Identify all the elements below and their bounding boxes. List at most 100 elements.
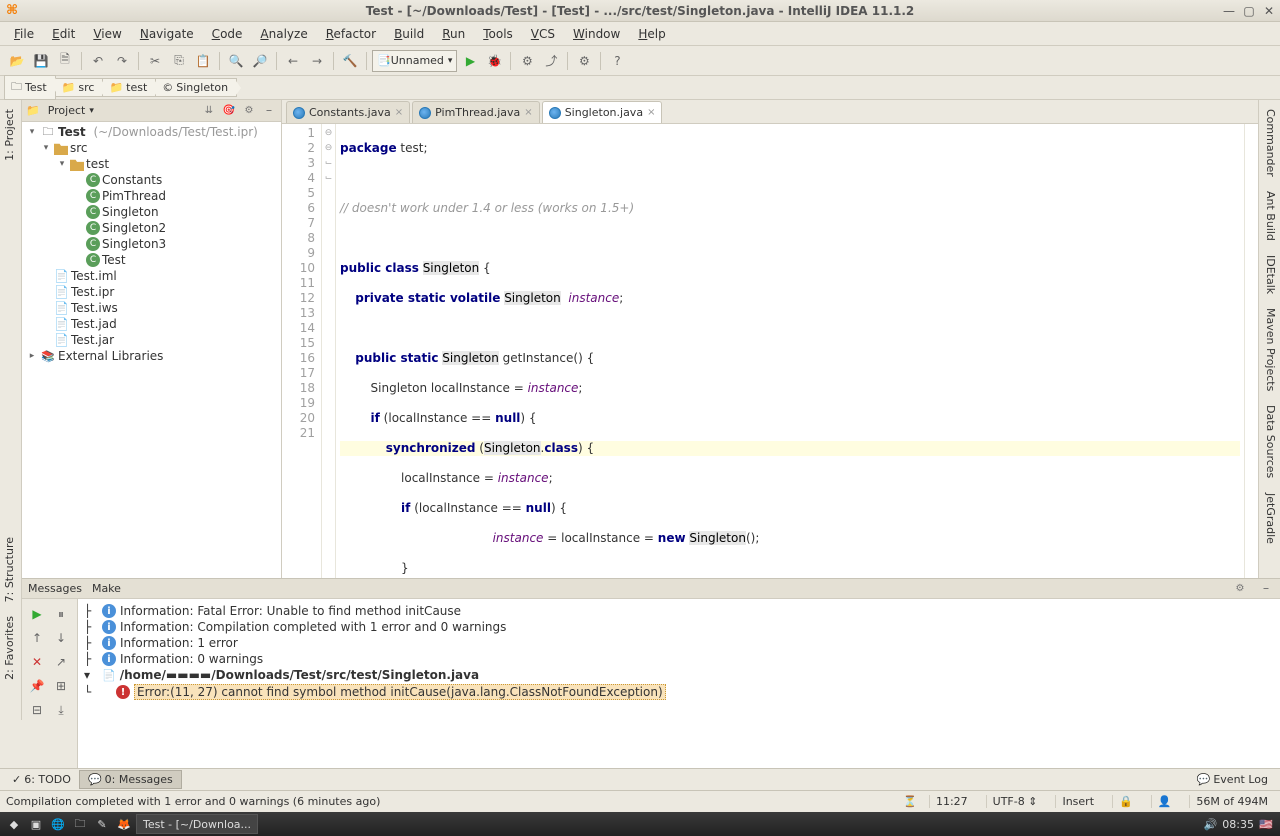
fold-gutter[interactable]: ⊖⊖⌙⌙ [322, 124, 336, 578]
replace-button[interactable]: 🔎 [249, 50, 271, 72]
redo-button[interactable]: ↷ [111, 50, 133, 72]
tree-node[interactable]: 📄Test.iml [24, 268, 279, 284]
tree-node[interactable]: ▾test [24, 156, 279, 172]
expand-all-button[interactable]: ⊞ [50, 675, 72, 697]
side-tab[interactable]: IDEtalk [1259, 248, 1280, 301]
collapse-button[interactable]: ⊟ [26, 699, 48, 721]
cursor-position[interactable]: 11:27 [929, 795, 974, 808]
messages-settings-icon[interactable]: ⚙ [1232, 581, 1248, 597]
messages-tab[interactable]: Messages [28, 582, 82, 595]
tree-node[interactable]: ▾src [24, 140, 279, 156]
volume-icon[interactable]: 🔊 [1200, 814, 1220, 834]
menu-refactor[interactable]: Refactor [318, 24, 384, 44]
editor-icon[interactable]: ✎ [92, 814, 112, 834]
browser-icon[interactable]: 🌐 [48, 814, 68, 834]
side-tab[interactable]: Ant Build [1259, 184, 1280, 248]
debug-button[interactable]: 🐞 [483, 50, 505, 72]
tree-node[interactable]: CConstants [24, 172, 279, 188]
tree-node[interactable]: CPimThread [24, 188, 279, 204]
up-button[interactable]: ↑ [26, 627, 48, 649]
run-button[interactable]: ▶ [459, 50, 481, 72]
tree-node[interactable]: 📄Test.jar [24, 332, 279, 348]
menu-vcs[interactable]: VCS [523, 24, 563, 44]
project-tree[interactable]: ▾🗀 Test (~/Downloads/Test/Test.ipr) ▾src… [22, 122, 281, 578]
tree-root[interactable]: ▾🗀 Test (~/Downloads/Test/Test.ipr) [24, 124, 279, 140]
lock-icon[interactable]: 🔒 [1112, 795, 1139, 808]
menu-build[interactable]: Build [386, 24, 432, 44]
side-tab[interactable]: 1: Project [0, 102, 21, 168]
firefox-icon[interactable]: 🦊 [114, 814, 134, 834]
side-tab[interactable]: 7: Structure [0, 530, 19, 609]
export-button[interactable]: ↗ [50, 651, 72, 673]
autoscroll-icon[interactable]: 🎯 [221, 103, 237, 119]
event-log-tab[interactable]: 💬 Event Log [1189, 771, 1276, 788]
side-tab[interactable]: Maven Projects [1259, 301, 1280, 398]
down-button[interactable]: ↓ [50, 627, 72, 649]
line-gutter[interactable]: 123456789101112131415161718192021 [282, 124, 322, 578]
crumb-test[interactable]: 📁 test [102, 78, 156, 97]
msg-error[interactable]: Error:(11, 27) cannot find symbol method… [134, 684, 666, 700]
menu-navigate[interactable]: Navigate [132, 24, 202, 44]
vcs-button[interactable]: ⤴ [540, 50, 562, 72]
settings-button[interactable]: ⚙ [573, 50, 595, 72]
undo-button[interactable]: ↶ [87, 50, 109, 72]
open-button[interactable]: 📂 [6, 50, 28, 72]
menu-analyze[interactable]: Analyze [252, 24, 315, 44]
editor-tab[interactable]: Singleton.java × [542, 101, 663, 123]
close-msg-button[interactable]: ✕ [26, 651, 48, 673]
build-button[interactable]: 🔨 [339, 50, 361, 72]
collapse-all-icon[interactable]: ⇊ [201, 103, 217, 119]
attach-button[interactable]: ⚙ [516, 50, 538, 72]
save-button[interactable]: 💾 [30, 50, 52, 72]
side-tab[interactable]: 2: Favorites [0, 609, 19, 687]
msg-info[interactable]: Information: Compilation completed with … [120, 620, 506, 634]
maximize-button[interactable]: ▢ [1242, 4, 1256, 18]
tab-close-icon[interactable]: × [524, 107, 532, 118]
tree-node[interactable]: CSingleton3 [24, 236, 279, 252]
back-button[interactable]: ← [282, 50, 304, 72]
tab-close-icon[interactable]: × [395, 107, 403, 118]
run-config-combo[interactable]: 📑 Unnamed [372, 50, 457, 72]
taskbar-app[interactable]: Test - [~/Downloa... [136, 814, 258, 834]
menu-code[interactable]: Code [204, 24, 251, 44]
minimize-button[interactable]: — [1222, 4, 1236, 18]
autoscroll-msg-button[interactable]: ⤓ [50, 699, 72, 721]
terminal-icon[interactable]: ▣ [26, 814, 46, 834]
rerun-button[interactable]: ▶ [26, 603, 48, 625]
side-tab[interactable]: JetGradle [1259, 486, 1280, 551]
pin-button[interactable]: 📌 [26, 675, 48, 697]
msg-file[interactable]: /home/▬▬▬▬/Downloads/Test/src/test/Singl… [120, 668, 479, 682]
stop-button[interactable]: ⏸ [50, 603, 72, 625]
crumb-singleton[interactable]: © Singleton [155, 78, 237, 97]
side-tab[interactable]: Commander [1259, 102, 1280, 184]
save-all-button[interactable]: 🗎 [54, 50, 76, 72]
hide-icon[interactable]: ⎯ [261, 103, 277, 119]
tree-node[interactable]: CSingleton2 [24, 220, 279, 236]
todo-tab[interactable]: ✓ 6: TODO [4, 771, 79, 788]
menu-view[interactable]: View [85, 24, 129, 44]
encoding[interactable]: UTF-8 ⇕ [986, 795, 1044, 808]
paste-button[interactable]: 📋 [192, 50, 214, 72]
editor-tab[interactable]: PimThread.java × [412, 101, 540, 123]
messages-hide-icon[interactable]: ⎯ [1258, 581, 1274, 597]
make-tab[interactable]: Make [92, 582, 121, 595]
cut-button[interactable]: ✂ [144, 50, 166, 72]
tree-node[interactable]: 📄Test.jad [24, 316, 279, 332]
menu-help[interactable]: Help [630, 24, 673, 44]
menu-file[interactable]: File [6, 24, 42, 44]
memory-indicator[interactable]: 56M of 494M [1189, 795, 1274, 808]
forward-button[interactable]: → [306, 50, 328, 72]
settings-icon[interactable]: ⚙ [241, 103, 257, 119]
crumb-test[interactable]: 🗀 Test [4, 75, 56, 100]
editor-tab[interactable]: Constants.java × [286, 101, 410, 123]
inspector-icon[interactable]: 👤 [1151, 795, 1178, 808]
find-button[interactable]: 🔍 [225, 50, 247, 72]
messages-tree[interactable]: ├iInformation: Fatal Error: Unable to fi… [78, 599, 1280, 768]
tree-node[interactable]: 📄Test.ipr [24, 284, 279, 300]
msg-info[interactable]: Information: Fatal Error: Unable to find… [120, 604, 461, 618]
flag-icon[interactable]: 🇺🇸 [1256, 814, 1276, 834]
help-button[interactable]: ? [606, 50, 628, 72]
menu-tools[interactable]: Tools [475, 24, 521, 44]
menu-edit[interactable]: Edit [44, 24, 83, 44]
tree-node[interactable]: 📄Test.iws [24, 300, 279, 316]
